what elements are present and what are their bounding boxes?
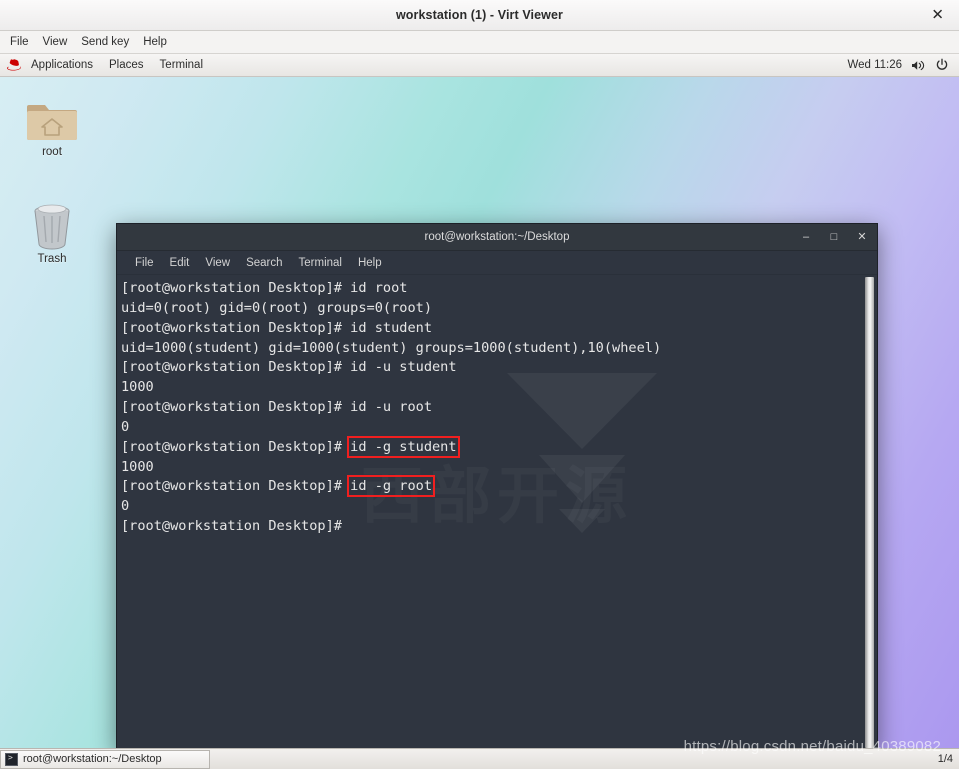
panel-clock[interactable]: Wed 11:26	[847, 59, 902, 71]
terminal-output: [root@workstation Desktop]# id root uid=0…	[121, 279, 855, 537]
terminal-line: 0	[121, 497, 855, 517]
terminal-maximize-button[interactable]: □	[827, 230, 841, 244]
terminal-prompt: [root@workstation Desktop]#	[121, 438, 351, 455]
terminal-close-button[interactable]: ✕	[855, 230, 869, 244]
desktop-icon-trash-label: Trash	[37, 253, 67, 265]
terminal-command: id student	[350, 319, 432, 336]
viewer-close-icon[interactable]: ✕	[926, 6, 949, 25]
taskbar-window-button[interactable]: root@workstation:~/Desktop	[0, 749, 210, 769]
terminal-line: uid=1000(student) gid=1000(student) grou…	[121, 339, 855, 359]
terminal-line: [root@workstation Desktop]# id root	[121, 279, 855, 299]
terminal-line: uid=0(root) gid=0(root) groups=0(root)	[121, 299, 855, 319]
terminal-command: id -u root	[350, 399, 432, 416]
terminal-prompt: [root@workstation Desktop]#	[121, 478, 351, 495]
viewer-title: workstation (1) - Virt Viewer	[395, 8, 564, 22]
terminal-menu-terminal[interactable]: Terminal	[291, 255, 350, 271]
viewer-menu-help[interactable]: Help	[136, 34, 174, 50]
bottom-taskbar: root@workstation:~/Desktop 1/4	[0, 748, 959, 769]
terminal-prompt: [root@workstation Desktop]#	[121, 319, 351, 336]
viewer-titlebar: workstation (1) - Virt Viewer ✕	[0, 0, 959, 31]
terminal-line: 1000	[121, 378, 855, 398]
terminal-line: [root@workstation Desktop]# id -u studen…	[121, 358, 855, 378]
terminal-prompt: [root@workstation Desktop]#	[121, 280, 351, 296]
terminal-menubar: File Edit View Search Terminal Help	[117, 251, 877, 275]
terminal-menu-view[interactable]: View	[197, 255, 238, 271]
terminal-window-controls: – □ ✕	[799, 224, 869, 250]
panel-item-applications[interactable]: Applications	[23, 57, 101, 73]
terminal-menu-help[interactable]: Help	[350, 255, 390, 271]
terminal-menu-file[interactable]: File	[127, 255, 162, 271]
terminal-app-icon	[5, 752, 18, 766]
terminal-command-output: uid=1000(student) gid=1000(student) grou…	[121, 339, 662, 356]
gnome-panel-right: Wed 11:26	[847, 58, 953, 72]
terminal-line: 0	[121, 418, 855, 438]
terminal-body[interactable]: 西部开源 [root@workstation Desktop]# id root…	[117, 275, 877, 748]
taskbar-window-label: root@workstation:~/Desktop	[23, 753, 162, 765]
terminal-menu-edit[interactable]: Edit	[162, 255, 198, 271]
volume-icon[interactable]	[911, 59, 926, 72]
terminal-line: [root@workstation Desktop]# id -u root	[121, 398, 855, 418]
terminal-titlebar[interactable]: root@workstation:~/Desktop – □ ✕	[117, 224, 877, 251]
terminal-line: 1000	[121, 458, 855, 478]
workspace-indicator[interactable]: 1/4	[938, 753, 959, 765]
terminal-command: id -g root	[347, 475, 435, 498]
terminal-command-output: 1000	[121, 458, 154, 475]
terminal-command-output: 0	[121, 418, 130, 435]
viewer-menu-view[interactable]: View	[36, 34, 75, 50]
virt-viewer-window: workstation (1) - Virt Viewer ✕ File View…	[0, 0, 959, 769]
home-folder-icon	[26, 99, 78, 143]
terminal-minimize-button[interactable]: –	[799, 230, 813, 244]
terminal-prompt: [root@workstation Desktop]#	[121, 518, 351, 535]
terminal-window: root@workstation:~/Desktop – □ ✕ File Edi…	[116, 223, 878, 748]
desktop-area: root Trash root@workstation:~/Desktop – …	[0, 77, 959, 748]
terminal-command-output: 0	[121, 498, 130, 515]
redhat-logo-icon[interactable]	[6, 58, 22, 72]
terminal-line: [root@workstation Desktop]# id student	[121, 319, 855, 339]
gnome-panel-left: Applications Places Terminal	[4, 57, 211, 73]
power-icon[interactable]	[935, 58, 949, 72]
terminal-command: id -u student	[350, 359, 457, 376]
terminal-prompt: [root@workstation Desktop]#	[121, 359, 351, 376]
panel-item-places[interactable]: Places	[101, 57, 152, 73]
terminal-scrollbar-thumb[interactable]	[865, 277, 874, 748]
desktop-icon-trash[interactable]: Trash	[14, 202, 90, 265]
gnome-top-panel: Applications Places Terminal Wed 11:26	[0, 54, 959, 77]
trash-icon	[30, 202, 74, 250]
terminal-line: [root@workstation Desktop]# id -g studen…	[121, 435, 855, 458]
terminal-scrollbar[interactable]	[865, 277, 874, 748]
desktop-icon-root[interactable]: root	[14, 99, 90, 158]
terminal-prompt: [root@workstation Desktop]#	[121, 399, 351, 416]
panel-item-terminal[interactable]: Terminal	[152, 57, 211, 73]
terminal-line: [root@workstation Desktop]# id -g root	[121, 475, 855, 498]
terminal-command: id root	[350, 280, 408, 296]
terminal-command-output: 1000	[121, 379, 154, 396]
terminal-menu-search[interactable]: Search	[238, 255, 290, 271]
viewer-menu-file[interactable]: File	[3, 34, 36, 50]
viewer-menubar: File View Send key Help	[0, 31, 959, 54]
terminal-title: root@workstation:~/Desktop	[424, 231, 570, 243]
terminal-command: id -g student	[347, 435, 460, 458]
terminal-command-output: uid=0(root) gid=0(root) groups=0(root)	[121, 299, 432, 316]
desktop-icon-root-label: root	[42, 146, 62, 158]
viewer-menu-send-key[interactable]: Send key	[74, 34, 136, 50]
terminal-line: [root@workstation Desktop]#	[121, 517, 855, 537]
